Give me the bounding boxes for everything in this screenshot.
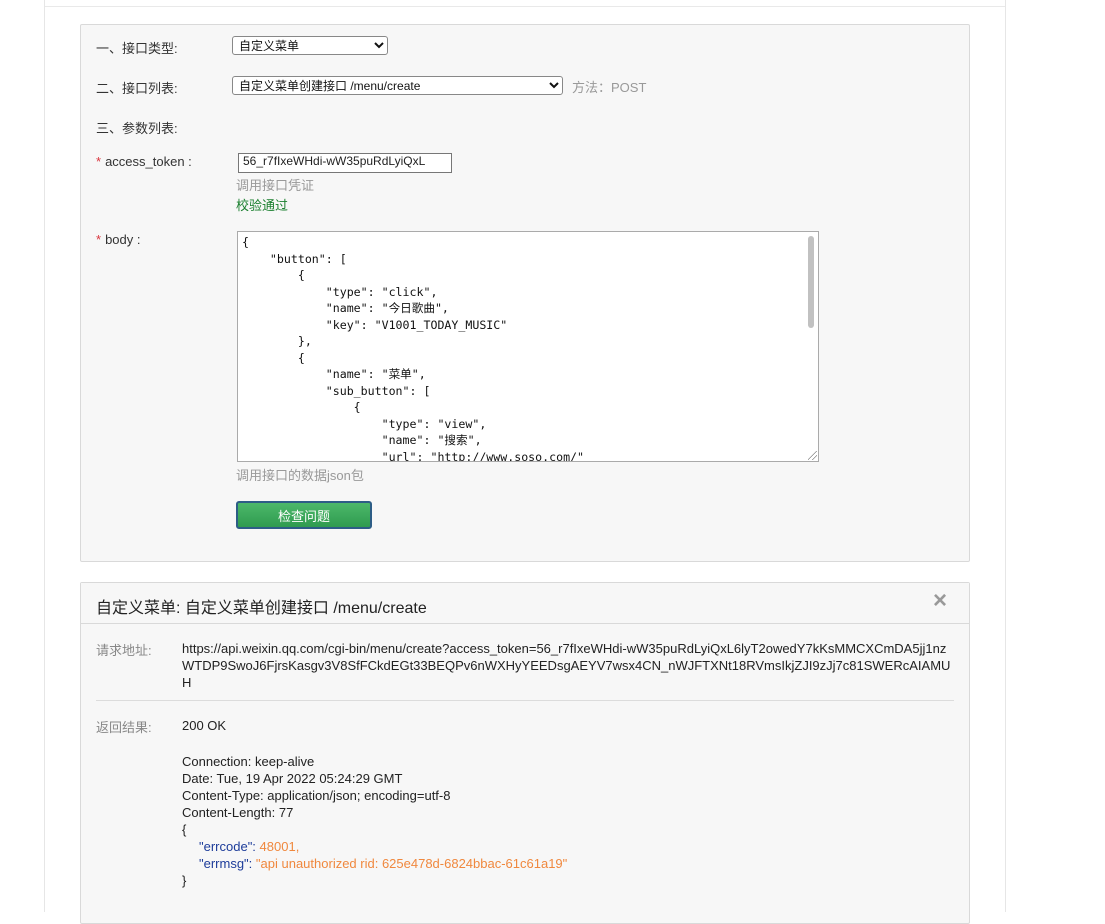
result-panel: 自定义菜单: 自定义菜单创建接口 /menu/create × 请求地址: ht… bbox=[80, 582, 970, 924]
request-url-label: 请求地址: bbox=[96, 643, 152, 658]
errcode-value: 48001, bbox=[259, 839, 300, 854]
json-brace-close: } bbox=[182, 873, 187, 888]
interface-list-label: 二、接口列表: bbox=[96, 81, 178, 96]
validation-status: 校验通过 bbox=[236, 198, 289, 213]
request-form-panel: 一、接口类型: 自定义菜单 二、接口列表: 自定义菜单创建接口 /menu/cr… bbox=[80, 24, 970, 562]
body-hint: 调用接口的数据json包 bbox=[236, 468, 364, 483]
header-line: Date: Tue, 19 Apr 2022 05:24:29 GMT bbox=[182, 771, 403, 786]
header-line: Content-Type: application/json; encoding… bbox=[182, 788, 451, 803]
header-line: Content-Length: 77 bbox=[182, 805, 294, 820]
close-icon[interactable]: × bbox=[933, 587, 947, 615]
body-json-content[interactable]: { "button": [ { "type": "click", "name":… bbox=[238, 232, 818, 461]
access-token-hint: 调用接口凭证 bbox=[236, 178, 315, 193]
top-divider bbox=[45, 0, 1005, 7]
result-divider bbox=[96, 700, 954, 701]
result-label: 返回结果: bbox=[96, 720, 152, 735]
required-mark: * bbox=[96, 154, 102, 169]
resize-grip-icon[interactable] bbox=[808, 451, 817, 460]
errcode-key: "errcode": bbox=[199, 839, 256, 854]
response-block: Connection: keep-alive Date: Tue, 19 Apr… bbox=[182, 753, 567, 889]
result-header: 自定义菜单: 自定义菜单创建接口 /menu/create × bbox=[81, 583, 969, 624]
check-problem-button[interactable]: 检查问题 bbox=[236, 501, 372, 529]
required-mark: * bbox=[96, 232, 102, 247]
interface-type-label: 一、接口类型: bbox=[96, 41, 178, 56]
header-line: Connection: keep-alive bbox=[182, 754, 315, 769]
request-url-value: https://api.weixin.qq.com/cgi-bin/menu/c… bbox=[182, 641, 951, 690]
status-text: 200 OK bbox=[182, 718, 227, 733]
access-token-label: * access_token : bbox=[96, 154, 192, 169]
interface-list-select[interactable]: 自定义菜单创建接口 /menu/create bbox=[232, 76, 563, 95]
errcode-line: "errcode": 48001, bbox=[182, 838, 567, 855]
interface-type-select[interactable]: 自定义菜单 bbox=[232, 36, 388, 55]
body-textarea[interactable]: { "button": [ { "type": "click", "name":… bbox=[237, 231, 819, 462]
result-title: 自定义菜单: 自定义菜单创建接口 /menu/create bbox=[96, 600, 427, 617]
json-brace-open: { bbox=[182, 822, 187, 837]
errmsg-line: "errmsg": "api unauthorized rid: 625e478… bbox=[182, 855, 567, 872]
errmsg-value: "api unauthorized rid: 625e478d-6824bbac… bbox=[255, 856, 568, 871]
method-label: 方法：POST bbox=[572, 80, 647, 95]
param-list-label: 三、参数列表: bbox=[96, 121, 178, 136]
access-token-input[interactable]: 56_r7fIxeWHdi-wW35puRdLyiQxL bbox=[238, 153, 452, 173]
errmsg-key: "errmsg": bbox=[199, 856, 253, 871]
body-label: * body : bbox=[96, 232, 141, 247]
scrollbar-thumb[interactable] bbox=[808, 236, 814, 328]
